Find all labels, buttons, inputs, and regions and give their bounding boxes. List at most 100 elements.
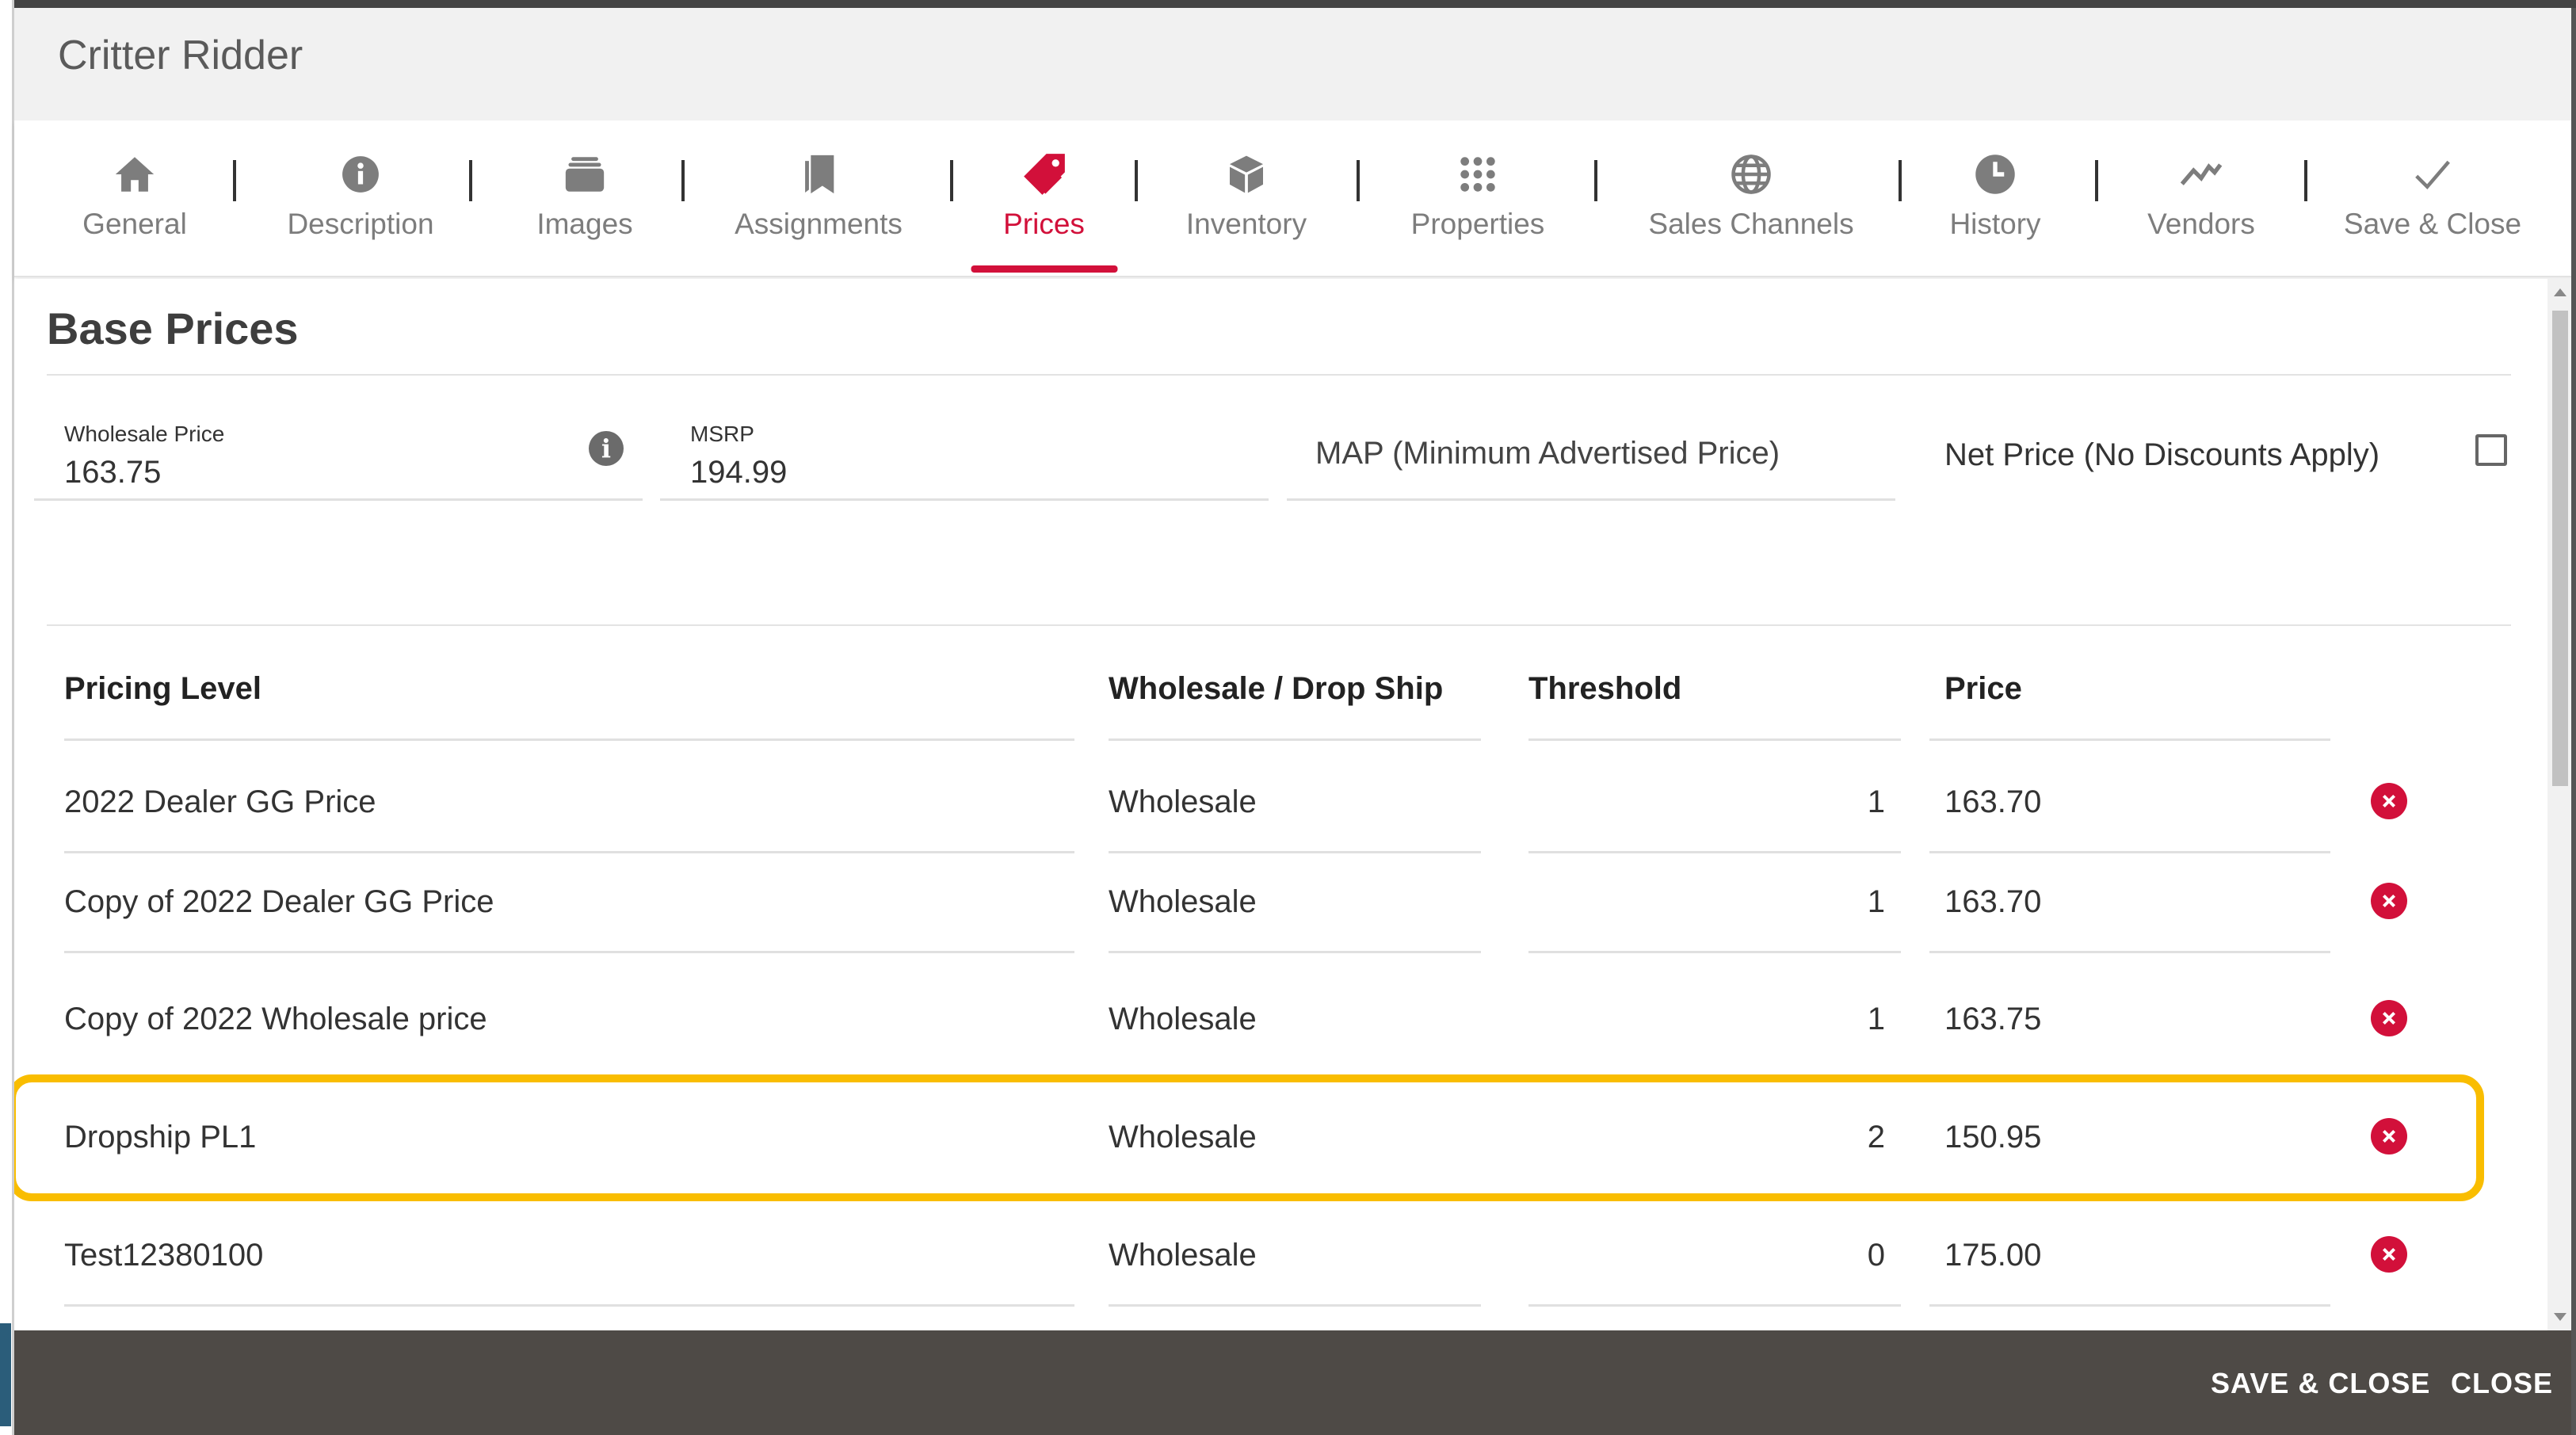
row-threshold[interactable]: 0 — [1528, 1238, 1885, 1273]
info-icon[interactable]: i — [589, 431, 624, 466]
tab-label: Inventory — [1185, 208, 1307, 240]
header-pricing-level[interactable]: Pricing Level — [64, 671, 261, 707]
row-price[interactable]: 150.95 — [1944, 1120, 2041, 1155]
tab-label: Save & Close — [2343, 208, 2522, 240]
header-underline — [1929, 738, 2330, 741]
title-bar: Critter Ridder — [14, 8, 2576, 120]
section-title: Base Prices — [47, 303, 299, 353]
tab-separator — [2304, 160, 2307, 201]
tab-history[interactable]: History — [1932, 120, 2059, 277]
row-threshold[interactable]: 1 — [1528, 884, 1885, 920]
net-price-checkbox[interactable] — [2475, 434, 2507, 466]
tab-vendors[interactable]: Vendors — [2130, 120, 2273, 277]
tab-separator — [681, 160, 685, 201]
row-threshold[interactable]: 1 — [1528, 1002, 1885, 1037]
row-price[interactable]: 163.70 — [1944, 784, 2041, 820]
grid-dots-icon — [1451, 147, 1505, 201]
bookmark-icon — [792, 147, 845, 201]
tab-separator — [1594, 160, 1597, 201]
globe-icon — [1724, 147, 1778, 201]
active-tab-indicator — [971, 265, 1117, 273]
product-dialog: Critter Ridder General Description Image… — [14, 8, 2576, 1435]
row-underline — [64, 1304, 1074, 1307]
row-type[interactable]: Wholesale — [1109, 1002, 1257, 1037]
row-type[interactable]: Wholesale — [1109, 1238, 1257, 1273]
prices-content[interactable]: Base Prices Wholesale Price 163.75 i MSR… — [14, 279, 2576, 1330]
row-underline — [1528, 1304, 1901, 1307]
info-icon — [334, 147, 387, 201]
scroll-thumb[interactable] — [2552, 311, 2568, 786]
header-threshold[interactable]: Threshold — [1528, 671, 1681, 707]
wholesale-price-value[interactable]: 163.75 — [64, 455, 161, 490]
row-threshold[interactable]: 1 — [1528, 784, 1885, 820]
tab-separator — [950, 160, 953, 201]
wholesale-price-field[interactable]: Wholesale Price 163.75 i — [34, 390, 643, 501]
map-field[interactable]: MAP (Minimum Advertised Price) — [1287, 390, 1895, 501]
row-type[interactable]: Wholesale — [1109, 884, 1257, 920]
tab-separator — [469, 160, 472, 201]
row-type[interactable]: Wholesale — [1109, 784, 1257, 820]
tab-label: General — [82, 208, 187, 240]
header-underline — [1528, 738, 1901, 741]
row-pricing-level[interactable]: 2022 Dealer GG Price — [64, 784, 376, 820]
tab-images[interactable]: Images — [513, 120, 656, 277]
row-underline — [1528, 951, 1901, 953]
tab-save-close[interactable]: Save & Close — [2337, 120, 2528, 277]
tab-inventory[interactable]: Inventory — [1171, 120, 1322, 277]
background-fragment — [0, 1323, 11, 1426]
net-price-label: Net Price (No Discounts Apply) — [1944, 437, 2380, 472]
tab-properties[interactable]: Properties — [1395, 120, 1561, 277]
row-underline — [1929, 951, 2330, 953]
tab-general[interactable]: General — [71, 120, 198, 277]
delete-row-icon[interactable] — [2371, 1000, 2407, 1036]
dialog-title: Critter Ridder — [58, 32, 303, 78]
screen: Critter Ridder General Description Image… — [0, 0, 2576, 1435]
msrp-label: MSRP — [690, 422, 754, 446]
tab-label: Assignments — [735, 208, 903, 240]
price-tag-icon — [1017, 147, 1071, 201]
delete-row-icon[interactable] — [2371, 883, 2407, 919]
delete-row-icon[interactable] — [2371, 1118, 2407, 1154]
home-icon — [108, 147, 162, 201]
header-underline — [1109, 738, 1481, 741]
tab-separator — [233, 160, 236, 201]
tab-separator — [2095, 160, 2098, 201]
scrollbar[interactable] — [2547, 279, 2571, 1330]
delete-row-icon[interactable] — [2371, 783, 2407, 819]
tab-prices[interactable]: Prices — [971, 120, 1117, 277]
box-icon — [1219, 147, 1273, 201]
msrp-value[interactable]: 194.99 — [690, 455, 787, 490]
row-threshold[interactable]: 2 — [1528, 1120, 1885, 1155]
row-pricing-level[interactable]: Copy of 2022 Wholesale price — [64, 1002, 487, 1037]
row-price[interactable]: 163.75 — [1944, 1002, 2041, 1037]
tab-separator — [1899, 160, 1902, 201]
window-edge — [2571, 8, 2576, 1435]
close-button[interactable]: CLOSE — [2451, 1367, 2553, 1400]
header-price[interactable]: Price — [1944, 671, 2022, 707]
top-strip — [0, 0, 2576, 8]
tab-assignments[interactable]: Assignments — [727, 120, 910, 277]
row-underline — [1528, 851, 1901, 853]
row-type[interactable]: Wholesale — [1109, 1120, 1257, 1155]
row-underline — [1109, 1304, 1481, 1307]
header-wholesale-drop-ship[interactable]: Wholesale / Drop Ship — [1109, 671, 1443, 707]
save-close-button[interactable]: SAVE & CLOSE — [2211, 1367, 2430, 1400]
row-price[interactable]: 175.00 — [1944, 1238, 2041, 1273]
msrp-field[interactable]: MSRP 194.99 — [660, 390, 1269, 501]
row-pricing-level[interactable]: Test12380100 — [64, 1238, 263, 1273]
tab-description[interactable]: Description — [277, 120, 444, 277]
row-price[interactable]: 163.70 — [1944, 884, 2041, 920]
section-divider — [47, 374, 2511, 376]
scroll-up-icon[interactable] — [2554, 288, 2566, 296]
row-pricing-level[interactable]: Dropship PL1 — [64, 1120, 256, 1155]
wholesale-price-label: Wholesale Price — [64, 422, 225, 446]
row-underline — [1109, 851, 1481, 853]
scroll-down-icon[interactable] — [2554, 1313, 2566, 1321]
trend-line-icon — [2174, 147, 2228, 201]
tab-sales-channels[interactable]: Sales Channels — [1632, 120, 1870, 277]
delete-row-icon[interactable] — [2371, 1236, 2407, 1273]
row-underline — [64, 851, 1074, 853]
tab-label: Vendors — [2147, 208, 2255, 240]
row-underline — [1929, 851, 2330, 853]
row-pricing-level[interactable]: Copy of 2022 Dealer GG Price — [64, 884, 494, 920]
